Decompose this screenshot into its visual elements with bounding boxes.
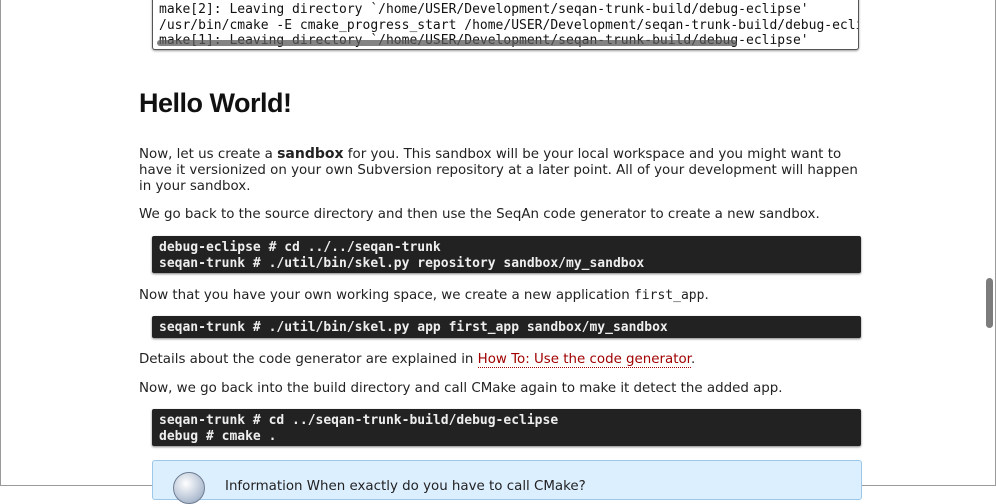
code-generator-link[interactable]: How To: Use the code generator	[477, 352, 691, 368]
info-icon	[173, 472, 205, 504]
vertical-scrollbar-thumb[interactable]	[986, 278, 993, 328]
build-output-code-block[interactable]: make[2]: Leaving directory `/home/USER/D…	[152, 0, 859, 50]
horizontal-scrollbar-thumb[interactable]	[157, 40, 737, 46]
code-line: seqan-trunk # ./util/bin/skel.py app fir…	[159, 320, 668, 335]
code-line: /usr/bin/cmake -E cmake_progress_start /…	[159, 17, 858, 33]
code-generator-paragraph: We go back to the source directory and t…	[139, 207, 820, 222]
text: .	[704, 288, 709, 303]
code-line: seqan-trunk # cd ../seqan-trunk-build/de…	[159, 413, 559, 428]
text: Now, let us create a	[139, 147, 278, 162]
text: Details about the code generator are exp…	[139, 352, 478, 367]
sandbox-command-code-block[interactable]: debug-eclipse # cd ../../seqan-trunk seq…	[152, 236, 861, 273]
code-line: debug-eclipse # cd ../../seqan-trunk	[159, 240, 441, 255]
cmake-again-paragraph: Now, we go back into the build directory…	[139, 381, 783, 396]
information-text: Information When exactly do you have to …	[225, 479, 586, 494]
window-frame-left	[0, 0, 1, 486]
code-line: make[2]: Leaving directory `/home/USER/D…	[159, 2, 809, 17]
details-paragraph: Details about the code generator are exp…	[139, 352, 862, 368]
sandbox-intro-paragraph: Now, let us create a sandbox for you. Th…	[139, 146, 862, 195]
text: .	[690, 352, 696, 367]
section-title: Hello World!	[139, 88, 292, 118]
cmake-command-code-block[interactable]: seqan-trunk # cd ../seqan-trunk-build/de…	[152, 409, 861, 446]
app-command-code-block[interactable]: seqan-trunk # ./util/bin/skel.py app fir…	[152, 316, 861, 338]
text: Now that you have your own working space…	[139, 288, 634, 303]
new-app-paragraph: Now that you have your own working space…	[139, 288, 862, 304]
code-line: seqan-trunk # ./util/bin/skel.py reposit…	[159, 255, 645, 271]
inline-code: first_app	[633, 288, 705, 303]
information-admonition: Information When exactly do you have to …	[152, 460, 862, 504]
code-line: debug # cmake .	[159, 428, 277, 444]
bold-term: sandbox	[277, 146, 344, 162]
